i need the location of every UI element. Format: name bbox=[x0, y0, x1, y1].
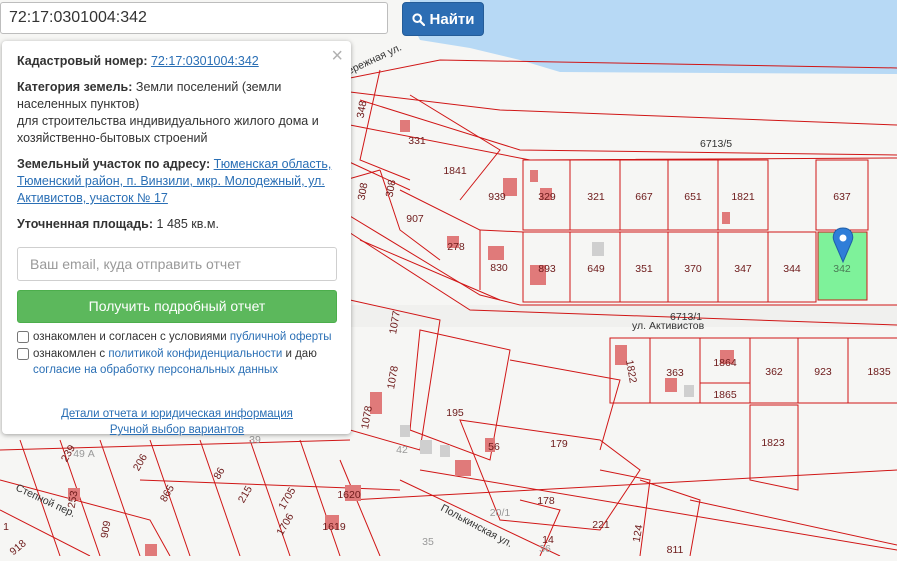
privacy-text: ознакомлен с политикой конфиденциальност… bbox=[33, 346, 337, 378]
parcel-label: 49 А bbox=[73, 448, 95, 460]
parcel-label: 811 bbox=[667, 544, 684, 556]
parcel-label: 649 bbox=[587, 263, 605, 275]
parcel-label: 1 bbox=[3, 521, 9, 533]
email-field[interactable] bbox=[17, 247, 337, 281]
parcel-label: 1821 bbox=[731, 191, 755, 203]
privacy-checkbox[interactable] bbox=[17, 348, 29, 360]
parcel-label: 1835 bbox=[867, 366, 891, 378]
parcel-info-popup: × Кадастровый номер: 72:17:0301004:342 К… bbox=[2, 41, 351, 436]
parcel-label: 939 bbox=[488, 191, 506, 203]
parcel-label: 221 bbox=[592, 519, 610, 531]
parcel-label: 667 bbox=[635, 191, 653, 203]
parcel-label: 179 bbox=[550, 438, 568, 450]
offer-agreement: ознакомлен и согласен с условиями публич… bbox=[17, 329, 337, 345]
area-label: Уточненная площадь: bbox=[17, 217, 154, 231]
search-button[interactable]: Найти bbox=[402, 2, 484, 36]
category-use: для строительства индивидуального жилого… bbox=[17, 114, 319, 145]
manual-selection-link[interactable]: Ручной выбор вариантов bbox=[17, 422, 337, 438]
parcel-label: 178 bbox=[537, 495, 555, 507]
parcel-label: 35 bbox=[422, 536, 434, 548]
public-offer-link[interactable]: публичной оферты bbox=[230, 331, 332, 343]
parcel-label: 637 bbox=[833, 191, 851, 203]
search-input[interactable] bbox=[0, 2, 388, 34]
area-value: 1 485 кв.м. bbox=[156, 217, 219, 231]
get-report-button[interactable]: Получить подробный отчет bbox=[17, 290, 337, 323]
parcel-label: 651 bbox=[684, 191, 702, 203]
parcel-label: 363 bbox=[666, 367, 684, 379]
footer-links: Детали отчета и юридическая информация Р… bbox=[17, 406, 337, 438]
address-label: Земельный участок по адресу: bbox=[17, 157, 211, 171]
category-label: Категория земель: bbox=[17, 80, 133, 94]
parcel-label: 329 bbox=[538, 191, 556, 203]
privacy-policy-link[interactable]: политикой конфиденциальности bbox=[108, 348, 282, 360]
parcel-label: 1865 bbox=[713, 389, 737, 401]
street-label-2: 6713/5 bbox=[700, 138, 732, 150]
parcel-label: 923 bbox=[814, 366, 832, 378]
parcel-label: 370 bbox=[684, 263, 702, 275]
parcel-label: 347 bbox=[734, 263, 752, 275]
close-icon[interactable]: × bbox=[331, 46, 343, 66]
parcel-label: 1620 bbox=[337, 489, 361, 501]
parcel-label: 1841 bbox=[443, 165, 467, 177]
parcel-label: 907 bbox=[406, 213, 424, 225]
selected-parcel-label: 342 bbox=[833, 263, 851, 275]
parcel-label: 42 bbox=[396, 444, 408, 456]
cadastral-row: Кадастровый номер: 72:17:0301004:342 bbox=[17, 53, 337, 70]
report-details-link[interactable]: Детали отчета и юридическая информация bbox=[17, 406, 337, 422]
search-button-label: Найти bbox=[429, 10, 475, 28]
search-bar bbox=[0, 2, 400, 36]
parcel-label: 344 bbox=[783, 263, 801, 275]
data-consent-link[interactable]: согласие на обработку персональных данны… bbox=[33, 364, 278, 376]
parcel-label: 830 bbox=[490, 262, 508, 274]
offer-text-label: ознакомлен и согласен с условиями bbox=[33, 331, 230, 343]
parcel-label: 893 bbox=[538, 263, 556, 275]
privacy-text-label-2: и даю bbox=[282, 348, 317, 360]
cadastral-label: Кадастровый номер: bbox=[17, 54, 148, 68]
parcel-label: 1823 bbox=[761, 437, 785, 449]
parcel-label: 20/1 bbox=[490, 507, 511, 519]
parcel-label: 1619 bbox=[322, 521, 346, 533]
area-row: Уточненная площадь: 1 485 кв.м. bbox=[17, 216, 337, 233]
parcel-label: 56 bbox=[488, 441, 500, 453]
parcel-label: 331 bbox=[408, 135, 426, 147]
category-row: Категория земель: Земли поселений (земли… bbox=[17, 79, 337, 147]
cadastral-link[interactable]: 72:17:0301004:342 bbox=[151, 54, 259, 68]
privacy-agreement: ознакомлен с политикой конфиденциальност… bbox=[17, 346, 337, 378]
parcel-label: 36 bbox=[539, 543, 551, 555]
privacy-text-label: ознакомлен с bbox=[33, 348, 109, 360]
street-label-4: ул. Активистов bbox=[632, 320, 705, 332]
parcel-label: 1864 bbox=[713, 357, 737, 369]
parcel-label: 195 bbox=[446, 407, 464, 419]
address-row: Земельный участок по адресу: Тюменская о… bbox=[17, 156, 337, 207]
offer-text: ознакомлен и согласен с условиями публич… bbox=[33, 329, 331, 345]
parcel-label: 351 bbox=[635, 263, 653, 275]
parcel-label: 278 bbox=[447, 241, 465, 253]
parcel-label: 362 bbox=[765, 366, 783, 378]
parcel-label: 321 bbox=[587, 191, 605, 203]
search-icon bbox=[411, 12, 425, 26]
offer-checkbox[interactable] bbox=[17, 331, 29, 343]
